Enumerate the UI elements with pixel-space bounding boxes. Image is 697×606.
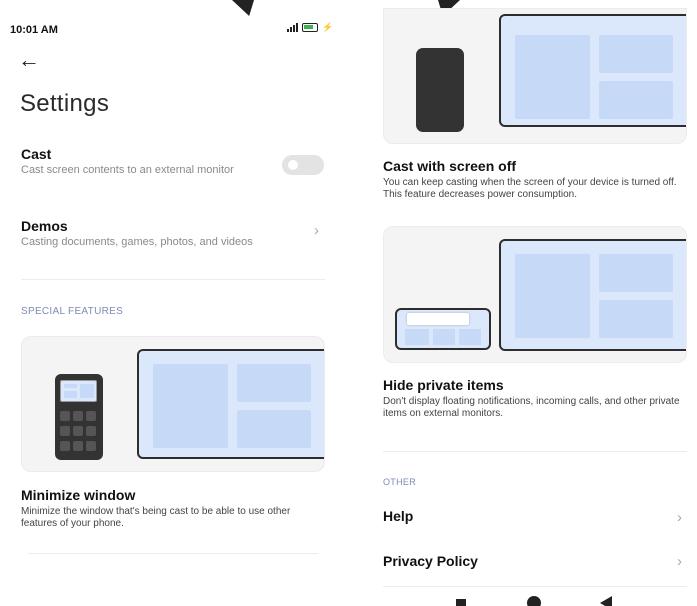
monitor-illustration [499, 14, 686, 127]
privacy-policy-label: Privacy Policy [383, 553, 478, 569]
window-pane [153, 364, 228, 448]
feature-title: Minimize window [21, 487, 136, 503]
back-arrow-icon[interactable]: ← [18, 49, 40, 71]
cast-subtitle: Cast screen contents to an external moni… [21, 164, 234, 176]
status-time: 10:01 AM [10, 24, 58, 36]
home-circle-icon[interactable] [527, 596, 541, 606]
status-icons: ⚡ [287, 22, 333, 33]
back-triangle-icon[interactable] [600, 596, 612, 606]
window-pane [237, 410, 311, 448]
cast-toggle[interactable] [282, 155, 324, 175]
mini-pane [405, 329, 429, 345]
mini-pane [64, 384, 77, 388]
recents-square-icon[interactable] [456, 599, 466, 606]
monitor-illustration [499, 239, 686, 351]
feature-title: Cast with screen off [383, 158, 517, 174]
window-pane [599, 300, 673, 338]
window-pane [237, 364, 311, 402]
phone-window [60, 380, 97, 402]
keypad-grid [60, 411, 98, 453]
demos-subtitle: Casting documents, games, photos, and vi… [21, 236, 253, 248]
window-pane [599, 35, 673, 73]
minimize-window-text: Minimize window Minimize the window that… [21, 487, 326, 530]
page-title: Settings [20, 90, 110, 117]
window-pane [515, 254, 590, 338]
demos-row[interactable]: Demos Casting documents, games, photos, … [21, 218, 326, 254]
top-decoration-left [232, 0, 254, 16]
feature-description: You can keep casting when the screen of … [383, 177, 677, 200]
cast-row[interactable]: Cast Cast screen contents to an external… [21, 146, 326, 190]
feature-title: Hide private items [383, 377, 504, 393]
divider [21, 279, 325, 280]
mini-pane [433, 329, 455, 345]
window-pane [599, 254, 673, 292]
monitor-illustration [137, 349, 324, 459]
divider [383, 451, 687, 452]
help-row[interactable]: Help [383, 508, 688, 532]
mini-pane [459, 329, 481, 345]
other-section-label: OTHER [383, 477, 416, 487]
privacy-policy-row[interactable]: Privacy Policy [383, 553, 688, 577]
landscape-phone-illustration [395, 308, 491, 350]
hide-private-items-illustration [383, 226, 687, 363]
feature-description: Don't display floating notifications, in… [383, 396, 680, 419]
help-label: Help [383, 508, 414, 524]
cast-screen-off-illustration [383, 8, 687, 144]
chevron-right-icon: › [314, 222, 319, 239]
phone-keypad-illustration [55, 374, 103, 460]
dark-phone-illustration [416, 48, 464, 132]
special-features-label: SPECIAL FEATURES [21, 306, 124, 317]
cast-title: Cast [21, 146, 52, 162]
notification-card [407, 313, 469, 325]
window-pane [599, 81, 673, 119]
hide-private-items-text: Hide private items Don't display floatin… [383, 377, 688, 420]
chevron-right-icon: › [677, 509, 682, 526]
cast-screen-off-text: Cast with screen off You can keep castin… [383, 158, 688, 201]
mini-pane [64, 391, 77, 398]
divider [28, 553, 318, 554]
demos-title: Demos [21, 218, 68, 234]
signal-icon [287, 23, 298, 32]
minimize-window-illustration [21, 336, 325, 472]
divider [383, 586, 687, 587]
chevron-right-icon: › [677, 553, 682, 570]
charging-icon: ⚡ [322, 22, 334, 32]
feature-description: Minimize the window that's being cast to… [21, 506, 291, 529]
window-pane [515, 35, 590, 119]
toggle-knob [288, 160, 298, 170]
mini-pane [80, 384, 94, 398]
battery-icon [302, 23, 318, 32]
